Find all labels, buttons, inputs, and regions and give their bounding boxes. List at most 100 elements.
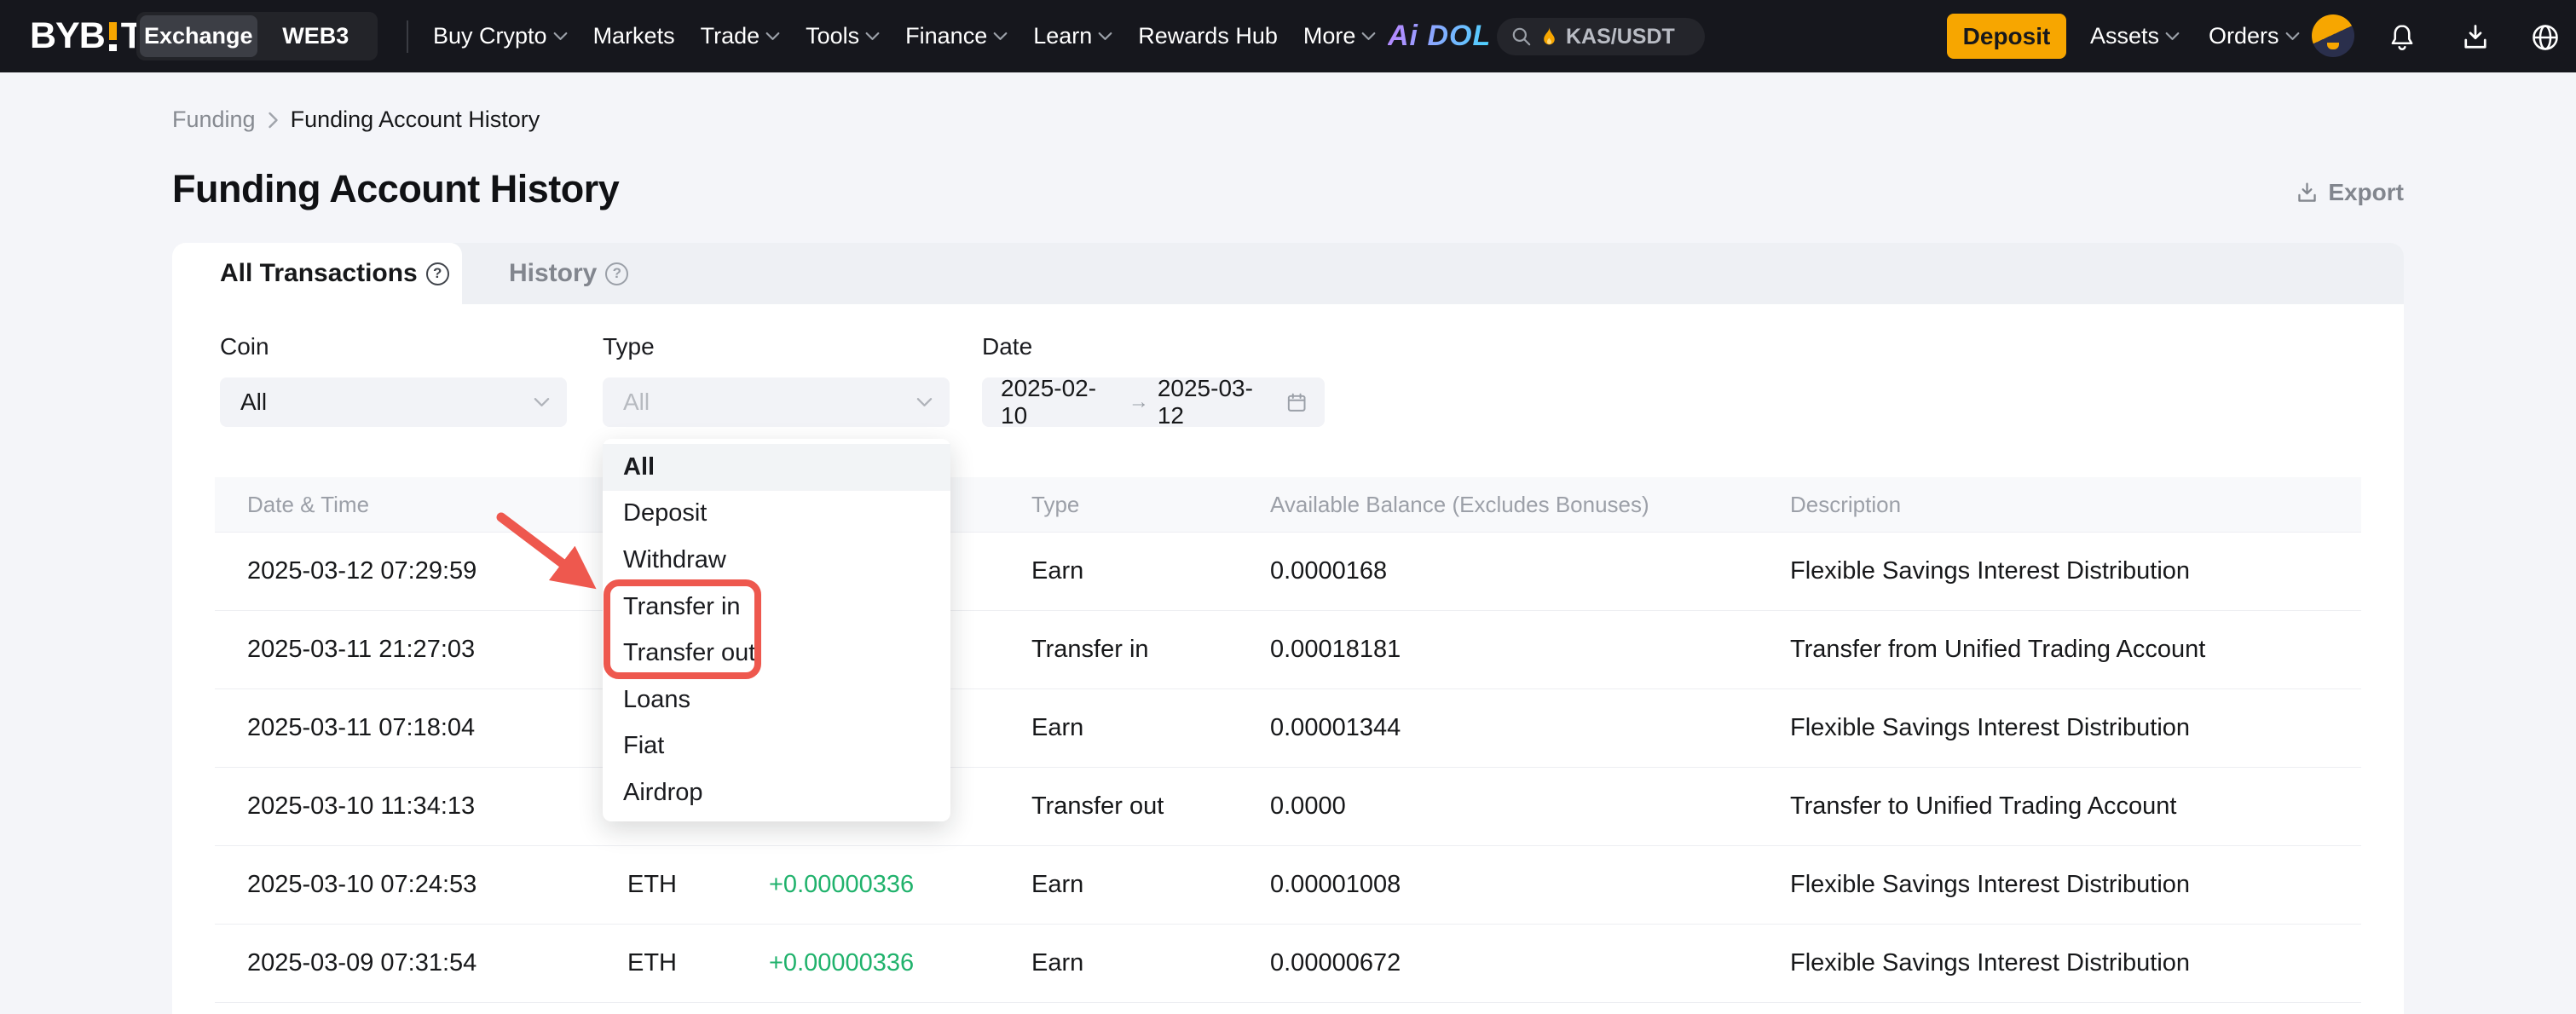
info-icon[interactable]	[426, 262, 449, 285]
breadcrumb: Funding Funding Account History	[172, 107, 540, 133]
chevron-down-icon	[1098, 32, 1112, 41]
download-icon[interactable]	[2460, 22, 2491, 53]
account-nav-item[interactable]: Orders	[2209, 23, 2300, 49]
type-dropdown-option-label: Fiat	[623, 732, 664, 760]
bybit-logo[interactable]: BYB T	[30, 0, 142, 72]
date-end: 2025-03-12	[1158, 375, 1277, 429]
cell-type: Transfer out	[1031, 792, 1270, 821]
type-dropdown-option[interactable]: Loans	[603, 677, 950, 723]
chevron-down-icon	[993, 32, 1008, 41]
cell-datetime: 2025-03-10 07:24:53	[215, 871, 627, 899]
top-navigation-bar: BYB T Exchange WEB3 Buy Crypto Markets	[0, 0, 2576, 72]
tab-history[interactable]: History	[509, 243, 628, 304]
cell-datetime: 2025-03-11 07:18:04	[215, 714, 627, 742]
chevron-down-icon	[865, 32, 880, 41]
tab-all-transactions[interactable]: All Transactions	[172, 243, 462, 304]
date-filter-label: Date	[982, 333, 1032, 360]
chevron-down-icon	[765, 32, 780, 41]
nav-menu-item[interactable]: Markets	[593, 23, 675, 49]
chevron-down-icon	[2165, 32, 2180, 41]
cell-balance: 0.0000168	[1270, 557, 1790, 585]
cell-type: Transfer in	[1031, 636, 1270, 664]
cell-description: Flexible Savings Interest Distribution	[1790, 557, 2361, 585]
tab-strip: All Transactions History	[172, 243, 2404, 304]
cell-description: Flexible Savings Interest Distribution	[1790, 871, 2361, 899]
aidol-logo[interactable]: Ai DOL	[1388, 20, 1491, 53]
cell-datetime: 2025-03-11 21:27:03	[215, 636, 627, 664]
breadcrumb-current: Funding Account History	[291, 107, 540, 133]
coin-select[interactable]: All	[220, 377, 567, 427]
cell-balance: 0.00001008	[1270, 871, 1790, 899]
notifications-bell-icon[interactable]	[2387, 22, 2417, 53]
breadcrumb-parent-link[interactable]: Funding	[172, 107, 256, 133]
export-label: Export	[2328, 179, 2404, 206]
cell-balance: 0.00018181	[1270, 636, 1790, 664]
type-select[interactable]: All	[603, 377, 950, 427]
cell-description: Flexible Savings Interest Distribution	[1790, 949, 2361, 977]
search-pill[interactable]: KAS/USDT	[1497, 18, 1705, 55]
exchange-web3-toggle: Exchange WEB3	[136, 12, 378, 60]
cell-description: Flexible Savings Interest Distribution	[1790, 714, 2361, 742]
toggle-exchange[interactable]: Exchange	[140, 15, 257, 57]
export-icon	[2295, 181, 2319, 205]
main-nav-menu: Buy Crypto Markets Trade Tools	[433, 0, 1376, 72]
type-dropdown-option[interactable]: Airdrop	[603, 769, 950, 816]
cell-type: Earn	[1031, 871, 1270, 899]
type-dropdown-option-label: Deposit	[623, 499, 707, 527]
user-avatar[interactable]	[2312, 14, 2354, 57]
table-row: 2025-03-10 11:34:13 Transfer out 0.0000 …	[215, 768, 2361, 846]
cell-amount: +0.00000336	[769, 949, 1031, 977]
chevron-down-icon	[2285, 32, 2300, 41]
bybit-logo-i-icon	[109, 22, 117, 51]
nav-menu-item[interactable]: Learn	[1033, 23, 1112, 49]
annotation-highlight-box	[604, 579, 761, 679]
nav-menu-item-label: Tools	[806, 23, 859, 49]
type-dropdown-option[interactable]: Withdraw	[603, 537, 950, 584]
table-row: 2025-03-11 21:27:03 Transfer in 0.000181…	[215, 611, 2361, 689]
nav-divider	[407, 20, 408, 53]
language-globe-icon[interactable]	[2530, 22, 2561, 53]
account-nav-menu: Assets Orders	[2090, 0, 2300, 72]
cell-balance: 0.00000672	[1270, 949, 1790, 977]
nav-menu-item[interactable]: Trade	[701, 23, 781, 49]
cell-amount: +0.00000336	[769, 871, 1031, 899]
coin-filter-label: Coin	[220, 333, 269, 360]
nav-menu-item[interactable]: More	[1303, 23, 1377, 49]
table-row: 2025-03-10 07:24:53 ETH +0.00000336 Earn…	[215, 846, 2361, 925]
funding-account-history-page: BYB T Exchange WEB3 Buy Crypto Markets	[0, 0, 2576, 1014]
account-nav-item-label: Assets	[2090, 23, 2159, 49]
nav-menu-item-label: Rewards Hub	[1138, 23, 1278, 49]
nav-menu-item-label: Trade	[701, 23, 760, 49]
info-icon[interactable]	[605, 262, 628, 285]
cell-type: Earn	[1031, 949, 1270, 977]
table-row: 2025-03-09 07:31:54 ETH +0.00000336 Earn…	[215, 925, 2361, 1003]
chevron-right-icon	[268, 112, 279, 129]
type-dropdown-option[interactable]: Deposit	[603, 491, 950, 538]
export-button[interactable]: Export	[2295, 179, 2404, 206]
type-dropdown-option-label: Loans	[623, 686, 690, 714]
cell-description: Transfer from Unified Trading Account	[1790, 636, 2361, 664]
cell-type: Earn	[1031, 714, 1270, 742]
search-icon	[1510, 26, 1533, 48]
cell-balance: 0.0000	[1270, 792, 1790, 821]
type-dropdown-option[interactable]: All	[603, 444, 950, 491]
account-nav-item[interactable]: Assets	[2090, 23, 2180, 49]
table-header-cell: Description	[1790, 492, 2361, 518]
table-header-cell: Type	[1031, 492, 1270, 518]
cell-coin: ETH	[627, 871, 769, 899]
table-row: 2025-03-11 07:18:04 Earn 0.00001344 Flex…	[215, 689, 2361, 768]
nav-menu-item[interactable]: Tools	[806, 23, 880, 49]
chevron-down-icon	[1361, 32, 1376, 41]
nav-menu-item[interactable]: Finance	[905, 23, 1008, 49]
flame-icon	[1540, 26, 1558, 48]
nav-menu-item[interactable]: Rewards Hub	[1138, 23, 1278, 49]
cell-description: Transfer to Unified Trading Account	[1790, 792, 2361, 821]
toggle-web3[interactable]: WEB3	[257, 15, 375, 57]
bybit-logo-text-prefix: BYB	[30, 15, 105, 57]
nav-menu-item[interactable]: Buy Crypto	[433, 23, 568, 49]
tab-all-transactions-label: All Transactions	[220, 259, 418, 288]
nav-menu-item-label: Finance	[905, 23, 987, 49]
date-range-picker[interactable]: 2025-02-10 → 2025-03-12	[982, 377, 1325, 427]
type-dropdown-option[interactable]: Fiat	[603, 723, 950, 770]
deposit-button[interactable]: Deposit	[1947, 14, 2066, 59]
